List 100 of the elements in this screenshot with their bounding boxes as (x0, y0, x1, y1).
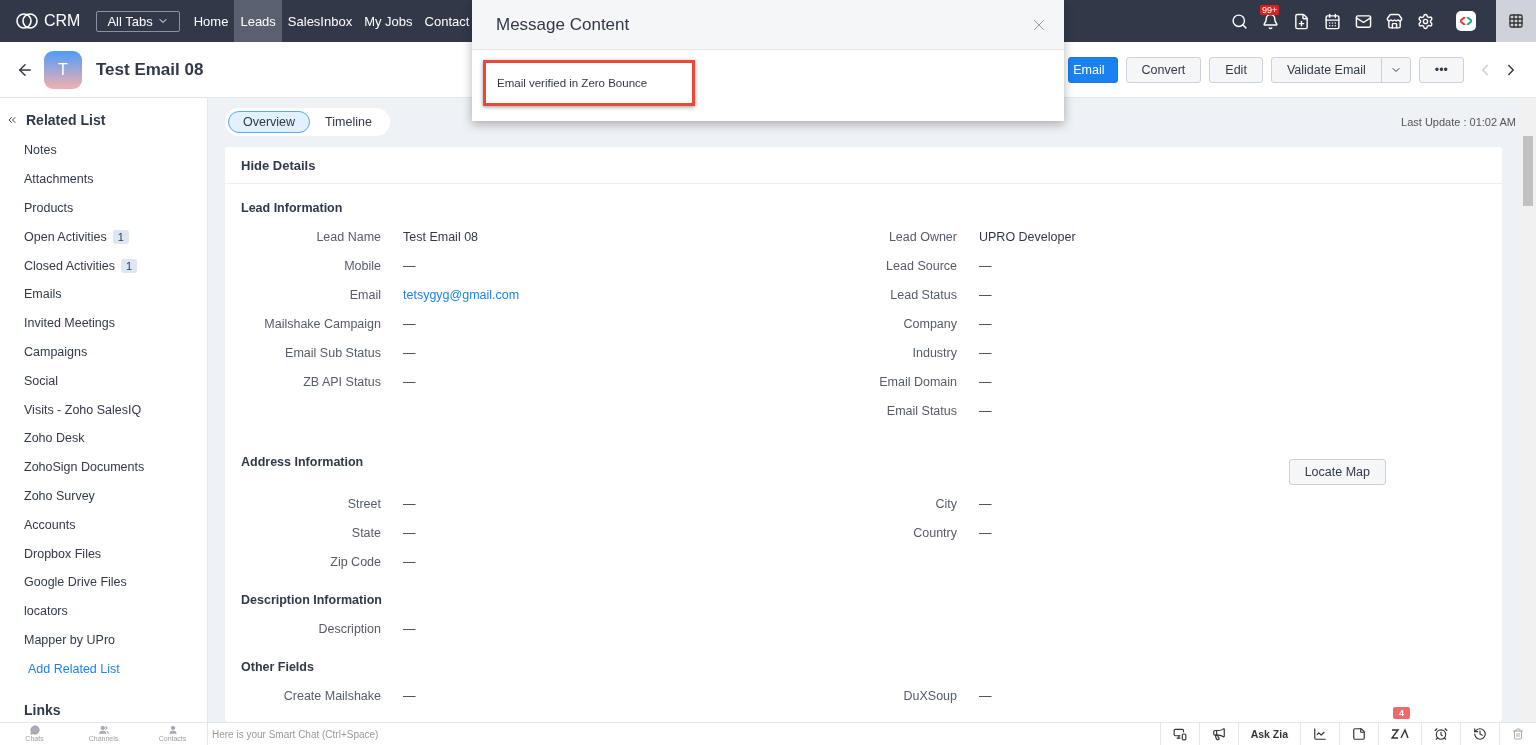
store-icon[interactable] (1386, 12, 1403, 30)
field-value: — (978, 316, 993, 331)
field-label: State (350, 525, 381, 540)
view-tab[interactable]: Timeline (310, 111, 387, 133)
nav-tab[interactable]: Home (187, 0, 235, 42)
app-name: CRM (44, 12, 81, 30)
settings-icon[interactable] (1417, 12, 1434, 30)
field-label: Email Sub Status (284, 345, 381, 360)
field-label: Street (346, 496, 381, 511)
field-label: Create Mailshake (282, 688, 381, 703)
field-value: — (402, 316, 417, 331)
field-value: — (402, 374, 417, 389)
person-icon (167, 725, 178, 735)
field-label: Lead Status (889, 287, 957, 302)
sidebar-item[interactable]: Google Drive Files (0, 567, 207, 597)
chat-bubble-icon (29, 725, 40, 735)
dialog-title: Message Content (496, 14, 630, 35)
locate-map-button[interactable]: Locate Map (1288, 459, 1386, 485)
field-value: — (978, 496, 993, 511)
field-label: Email Domain (878, 374, 957, 389)
field-label: Email (348, 287, 381, 302)
bell-icon[interactable] (1262, 12, 1279, 30)
field-label: Zip Code (329, 554, 381, 569)
field-label: Description (317, 621, 381, 636)
add-related-list-link[interactable]: Add Related List (0, 654, 207, 677)
action-button[interactable]: Edit (1209, 56, 1263, 83)
sidebar-title: Related List (26, 112, 106, 128)
field-label: Mobile (343, 258, 381, 273)
field-value: — (978, 345, 993, 360)
field-label: Country (912, 525, 957, 540)
mail-icon[interactable] (1355, 12, 1372, 30)
count-badge: 1 (121, 258, 138, 273)
field-value: — (402, 554, 417, 569)
notification-badge: 99+ (1260, 4, 1280, 15)
sidebar-item[interactable]: Accounts (0, 510, 207, 540)
search-icon[interactable] (1231, 12, 1248, 30)
links-title: Links (23, 701, 62, 719)
field-value: — (978, 287, 993, 302)
field-value: — (978, 688, 993, 703)
view-tab[interactable]: Overview (228, 111, 311, 133)
note-add-icon[interactable] (1293, 12, 1310, 30)
collapse-icon[interactable] (6, 114, 18, 126)
field-value: — (978, 525, 993, 540)
nav-tab[interactable]: SalesInbox (281, 0, 359, 42)
section-title: Lead Information (241, 201, 343, 215)
all-tabs-dropdown[interactable]: All Tabs (96, 10, 180, 32)
zia-badge: 4 (1393, 707, 1410, 719)
field-label: City (934, 496, 957, 511)
calendar-icon[interactable] (1324, 12, 1341, 30)
action-button[interactable]: ••• (1418, 56, 1464, 83)
section-title: Address Information (241, 455, 364, 469)
field-value: — (978, 374, 993, 389)
field-value: — (978, 258, 993, 273)
message-text: Email verified in Zero Bounce (483, 60, 695, 106)
nav-tab[interactable]: Leads (234, 0, 282, 42)
field-value: — (978, 403, 993, 418)
last-update: Last Update : 01:02 AM (1401, 116, 1516, 128)
field-label: ZB API Status (302, 374, 381, 389)
field-value: — (402, 621, 417, 636)
field-label: Industry (911, 345, 957, 360)
sidebar-item[interactable]: Open Activities 1 (0, 222, 207, 252)
field-value[interactable]: tetsygyg@gmail.com (381, 287, 801, 302)
sidebar-item[interactable]: Emails (0, 280, 207, 309)
hide-details-link[interactable]: Hide Details (241, 157, 316, 173)
sidebar-item[interactable]: Campaigns (0, 337, 207, 367)
field-label: DuXSoup (902, 688, 957, 703)
sidebar-item[interactable]: ZohoSign Documents (0, 452, 207, 482)
scrollbar[interactable] (1520, 98, 1536, 722)
sidebar-item[interactable]: Mapper by UPro (0, 625, 207, 655)
sidebar-item[interactable]: Closed Activities 1 (0, 251, 207, 280)
section-title: Description Information (241, 593, 382, 607)
sidebar-item[interactable]: Dropbox Files (0, 539, 207, 568)
sidebar-item[interactable]: Zoho Survey (0, 481, 207, 511)
nav-tab[interactable]: My Jobs (358, 0, 419, 42)
apps-grid-icon[interactable] (1496, 0, 1536, 42)
app-icon[interactable] (1456, 11, 1476, 31)
sidebar-item[interactable]: Products (0, 193, 207, 223)
field-label: Company (902, 316, 957, 331)
field-label: Lead Source (885, 258, 957, 273)
nav-tab[interactable]: Contact (418, 0, 476, 42)
field-label: Mailshake Campaign (263, 316, 381, 331)
sidebar-item[interactable]: Visits - Zoho SalesIQ (0, 395, 207, 424)
zia-icon[interactable] (1391, 728, 1409, 740)
field-value: Test Email 08 (402, 229, 480, 244)
validate-email-button[interactable]: Validate Email (1270, 56, 1411, 83)
field-label: Email Status (885, 403, 957, 418)
sidebar-item[interactable]: Invited Meetings (0, 308, 207, 338)
sidebar-item[interactable]: Social (0, 366, 207, 396)
sidebar-item[interactable]: Notes (0, 136, 207, 165)
count-badge: 1 (112, 229, 129, 244)
sidebar-item[interactable]: Attachments (0, 164, 207, 194)
sidebar-item[interactable]: locators (0, 596, 207, 626)
field-label: Lead Owner (887, 229, 957, 244)
field-value: — (402, 345, 417, 360)
sidebar-item[interactable]: Zoho Desk (0, 423, 207, 453)
ask-zia-button[interactable]: Ask Zia (1237, 723, 1300, 745)
field-value: — (402, 525, 417, 540)
email-button[interactable]: Email (1068, 56, 1118, 83)
field-value: — (402, 496, 417, 511)
action-button[interactable]: Convert (1125, 56, 1202, 83)
